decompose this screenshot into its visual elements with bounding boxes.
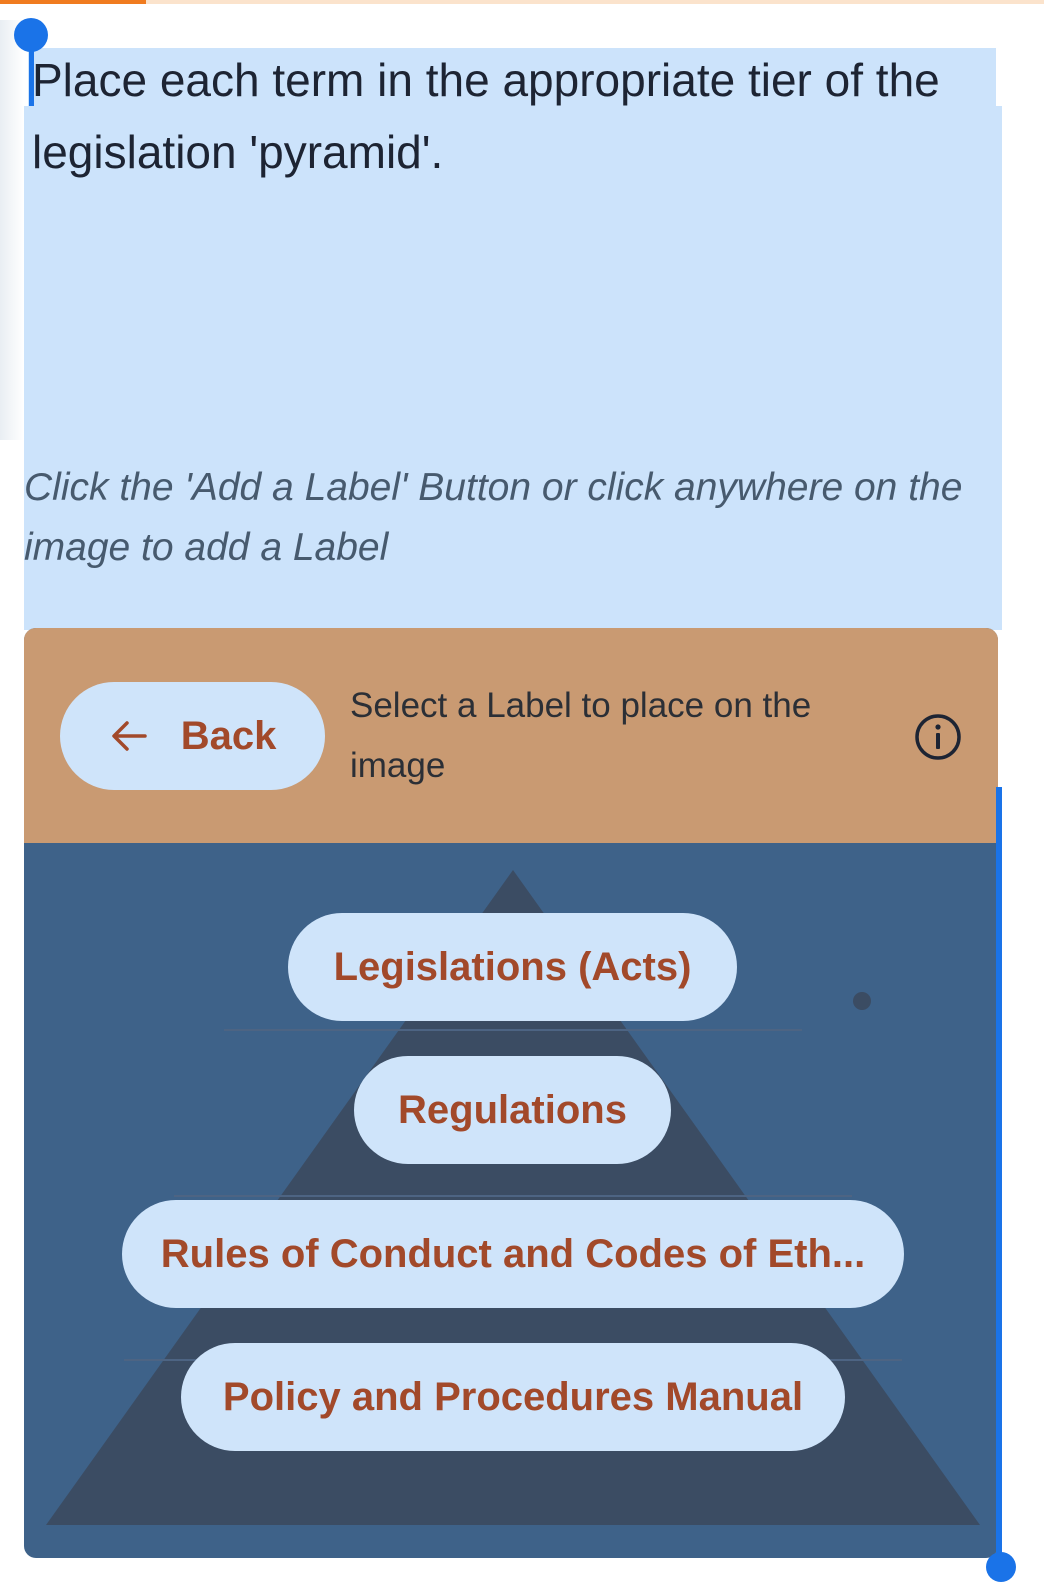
question-text[interactable]: Place each term in the appropriate tier …	[32, 44, 992, 188]
selection-handle-start[interactable]	[14, 18, 48, 52]
selection-edge-line	[996, 787, 1002, 1574]
page-edge-shadow	[0, 20, 24, 440]
label-chip-legislations[interactable]: Legislations (Acts)	[288, 913, 737, 1021]
label-chip-rules-of-conduct[interactable]: Rules of Conduct and Codes of Eth...	[122, 1200, 904, 1308]
progress-fill	[0, 0, 147, 4]
panel-header: Back Select a Label to place on the imag…	[24, 628, 998, 843]
label-chip-policy-manual[interactable]: Policy and Procedures Manual	[181, 1343, 845, 1451]
back-button-label: Back	[180, 713, 277, 758]
instruction-text: Click the 'Add a Label' Button or click …	[24, 466, 963, 569]
placement-dot	[853, 992, 871, 1010]
info-icon[interactable]	[913, 712, 963, 762]
labeling-panel: Back Select a Label to place on the imag…	[24, 628, 998, 1558]
label-chip-regulations[interactable]: Regulations	[354, 1056, 671, 1164]
select-label-hint: Select a Label to place on the image	[350, 686, 812, 785]
progress-track	[0, 0, 1044, 4]
arrow-left-icon	[111, 721, 147, 751]
selection-handle-end[interactable]	[986, 1552, 1016, 1582]
pyramid-image-area[interactable]: Legislations (Acts) Regulations Rules of…	[24, 843, 998, 1558]
back-button[interactable]: Back	[60, 682, 325, 790]
